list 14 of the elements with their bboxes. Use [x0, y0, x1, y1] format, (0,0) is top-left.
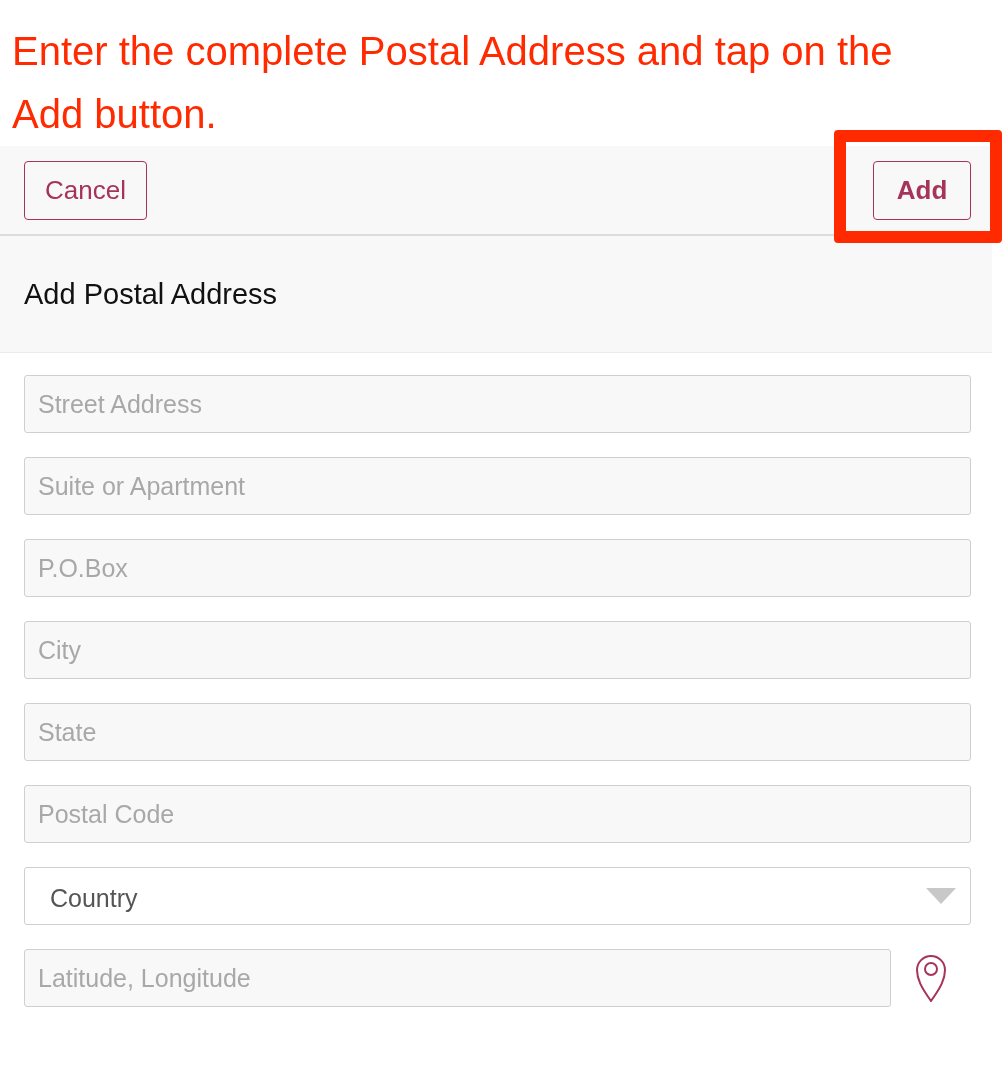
caret-icon — [926, 888, 956, 904]
map-pin-icon[interactable] — [915, 954, 947, 1002]
cancel-button[interactable]: Cancel — [24, 160, 147, 220]
input-field[interactable]: State — [24, 703, 971, 761]
input-field[interactable]: Postal Code — [24, 785, 971, 843]
instruction-text: Enter the complete Postal Address and tap on the Add button. — [11, 28, 894, 138]
input-field[interactable]: Street Address — [24, 375, 971, 433]
input-field[interactable]: Latitude, Longitude — [24, 949, 891, 1007]
input-field[interactable]: P.O.Box — [24, 539, 971, 597]
add-button[interactable]: Add — [873, 160, 971, 220]
form-title: Add Postal Address — [24, 277, 278, 311]
country-dropdown[interactable]: Country — [24, 867, 971, 925]
input-field[interactable]: City — [24, 621, 971, 679]
input-field[interactable]: Suite or Apartment — [24, 457, 971, 515]
